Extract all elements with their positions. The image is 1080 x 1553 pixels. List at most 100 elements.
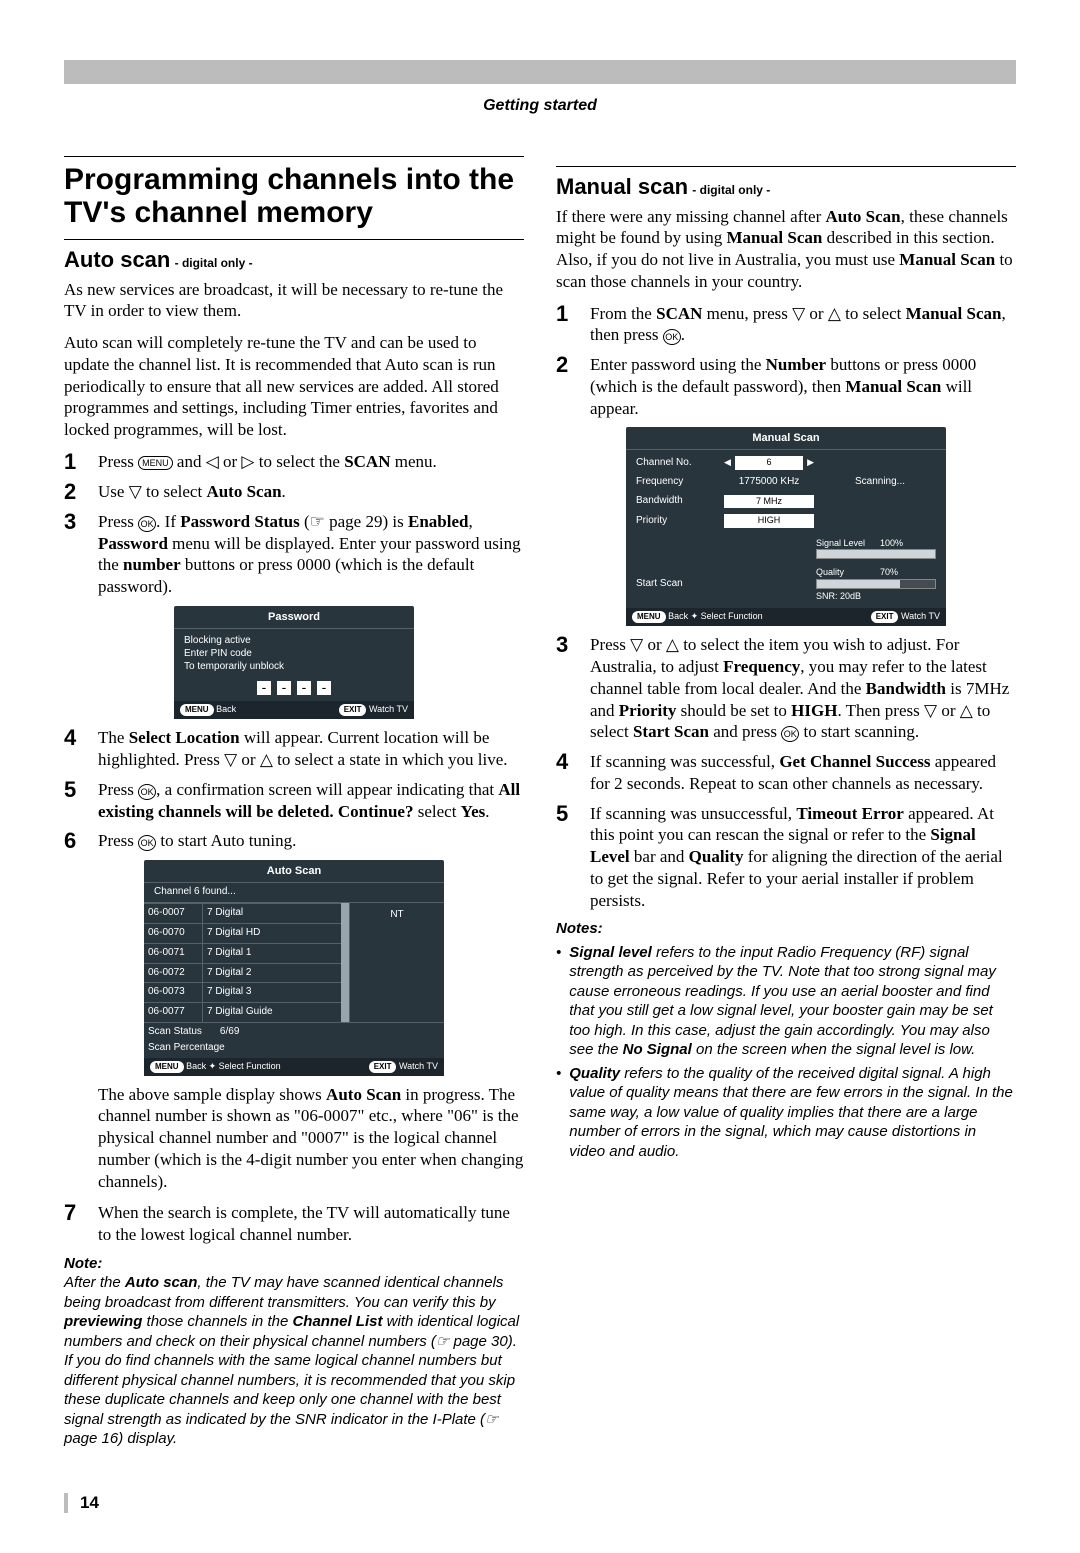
channel-name: 7 Digital 2 (203, 964, 341, 983)
channel-name: 7 Digital (203, 904, 341, 923)
bandwidth-value: 7 MHz (724, 495, 814, 509)
frequency-value: 1775000 KHz (724, 476, 814, 489)
manual-scan-intro: If there were any missing channel after … (556, 206, 1016, 293)
channel-number: 06-0070 (144, 924, 203, 943)
channel-number: 06-0007 (144, 904, 203, 923)
signal-level-label: Signal Level (816, 538, 874, 550)
step-body: The Select Location will appear. Current… (98, 727, 524, 771)
osd-title: Manual Scan (626, 427, 946, 450)
osd-text: Blocking active (184, 635, 404, 648)
manual-scan-osd: Manual Scan Channel No. ◀ 6 ▶ Scanning..… (626, 427, 946, 626)
auto-scan-after-text: The above sample display shows Auto Scan… (98, 1084, 524, 1193)
quality-bar (816, 579, 936, 589)
channel-row: 06-00707 Digital HD (144, 923, 341, 943)
channel-row: 06-00727 Digital 2 (144, 963, 341, 983)
ok-key-icon: OK (138, 516, 156, 532)
main-heading: Programming channels into the TV's chann… (64, 163, 524, 229)
step-body: If scanning was unsuccessful, Timeout Er… (590, 803, 1016, 912)
divider (64, 156, 524, 157)
auto-scan-osd: Auto Scan Channel 6 found... 06-00077 Di… (144, 860, 444, 1075)
channel-row: 06-00737 Digital 3 (144, 982, 341, 1002)
step-body: Use ▽ to select Auto Scan. (98, 481, 524, 503)
quality-label: Quality (816, 567, 874, 579)
step-number: 3 (556, 634, 578, 743)
step-number: 2 (64, 481, 86, 503)
pin-entry: ---- (184, 681, 404, 695)
channel-name: 7 Digital 3 (203, 983, 341, 1002)
left-column: Programming channels into the TV's chann… (64, 156, 524, 1448)
step-body: Press OK to start Auto tuning. (98, 830, 524, 852)
priority-value: HIGH (724, 514, 814, 528)
top-grey-bar (64, 60, 1016, 84)
password-osd: Password Blocking active Enter PIN code … (174, 606, 414, 719)
step-body: From the SCAN menu, press ▽ or △ to sele… (590, 303, 1016, 347)
snr-label: SNR: 20dB (816, 591, 936, 603)
right-arrow-icon: ▶ (807, 457, 814, 469)
step-body: Press OK. If Password Status (☞ page 29)… (98, 511, 524, 598)
channel-number: 06-0072 (144, 964, 203, 983)
menu-key-icon: MENU (138, 456, 173, 470)
ok-key-icon: OK (138, 835, 156, 851)
signal-level-pct: 100% (880, 538, 903, 550)
channel-name: 7 Digital Guide (203, 1003, 341, 1022)
ok-key-icon: OK (781, 726, 799, 742)
signal-level-bar (816, 549, 936, 559)
osd-found-text: Channel 6 found... (144, 883, 444, 903)
channel-number: 06-0073 (144, 983, 203, 1002)
page-number: 14 (64, 1493, 1016, 1513)
menu-pill-icon: MENU (150, 1061, 184, 1073)
channel-row: 06-00777 Digital Guide (144, 1002, 341, 1022)
auto-scan-intro-2: Auto scan will completely re-tune the TV… (64, 332, 524, 441)
start-scan-label: Start Scan (636, 578, 804, 591)
step-number: 7 (64, 1202, 86, 1246)
step-body: If scanning was successful, Get Channel … (590, 751, 1016, 795)
note-body: After the Auto scan, the TV may have sca… (64, 1273, 524, 1449)
step-number: 4 (64, 727, 86, 771)
osd-title: Password (174, 606, 414, 629)
priority-label: Priority (636, 515, 714, 528)
exit-pill-icon: EXIT (369, 1061, 397, 1073)
section-header: Getting started (64, 96, 1016, 116)
step-number: 6 (64, 830, 86, 852)
quality-pct: 70% (880, 567, 898, 579)
step-number: 4 (556, 751, 578, 795)
notes-heading: Notes: (556, 919, 1016, 938)
scan-status-value: 6/69 (220, 1026, 239, 1039)
auto-scan-intro-1: As new services are broadcast, it will b… (64, 279, 524, 323)
step-body: Press ▽ or △ to select the item you wish… (590, 634, 1016, 743)
bandwidth-label: Bandwidth (636, 495, 714, 508)
channel-no-value: 6 (735, 456, 803, 470)
right-column: Manual scan - digital only - If there we… (556, 156, 1016, 1448)
channel-name: 7 Digital 1 (203, 944, 341, 963)
note-heading: Note: (64, 1254, 524, 1273)
step-number: 1 (556, 303, 578, 347)
osd-title: Auto Scan (144, 860, 444, 883)
channel-row: 06-00717 Digital 1 (144, 943, 341, 963)
manual-scan-subheading: - digital only - (692, 183, 770, 197)
auto-scan-subheading: - digital only - (175, 256, 253, 270)
step-body: When the search is complete, the TV will… (98, 1202, 524, 1246)
menu-pill-icon: MENU (180, 704, 214, 716)
manual-scan-heading: Manual scan (556, 174, 688, 199)
osd-text: To temporarily unblock (184, 661, 404, 674)
step-number: 5 (556, 803, 578, 912)
ok-key-icon: OK (138, 784, 156, 800)
channel-row: 06-00077 Digital (144, 903, 341, 923)
osd-region-label: NT (349, 903, 444, 1022)
scan-percentage-label: Scan Percentage (148, 1042, 225, 1055)
osd-text: Enter PIN code (184, 648, 404, 661)
channel-name: 7 Digital HD (203, 924, 341, 943)
step-body: Press MENU and ◁ or ▷ to select the SCAN… (98, 451, 524, 473)
channel-number: 06-0071 (144, 944, 203, 963)
auto-scan-heading: Auto scan (64, 247, 170, 272)
scan-status-label: Scan Status (148, 1026, 202, 1039)
left-arrow-icon: ◀ (724, 457, 731, 469)
frequency-label: Frequency (636, 476, 714, 489)
exit-pill-icon: EXIT (339, 704, 367, 716)
note-bullet: • Quality refers to the quality of the r… (556, 1064, 1016, 1162)
menu-pill-icon: MENU (632, 611, 666, 623)
scanning-label: Scanning... (824, 476, 936, 489)
step-number: 3 (64, 511, 86, 598)
step-body: Enter password using the Number buttons … (590, 354, 1016, 419)
step-body: Press OK, a confirmation screen will app… (98, 779, 524, 823)
